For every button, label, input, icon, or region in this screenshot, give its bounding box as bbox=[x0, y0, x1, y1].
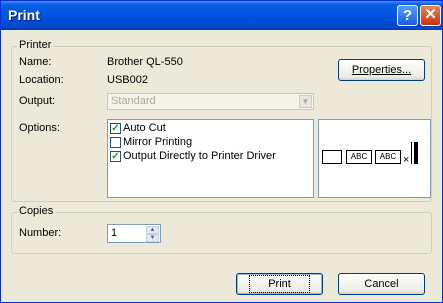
title-bar[interactable]: Print ? ✕ bbox=[1, 1, 442, 30]
cancel-button-label: Cancel bbox=[364, 278, 399, 290]
auto-cut-checkbox[interactable]: ✓ bbox=[110, 123, 121, 134]
output-label: Output: bbox=[19, 95, 56, 107]
print-button-label: Print bbox=[249, 275, 310, 293]
window-title: Print bbox=[8, 7, 40, 23]
options-label: Options: bbox=[19, 122, 60, 134]
preview-label-abc: ABC bbox=[346, 150, 372, 164]
chevron-down-icon[interactable]: ▼ bbox=[299, 95, 312, 108]
printer-name: Brother QL-550 bbox=[107, 56, 183, 68]
option-label: Mirror Printing bbox=[123, 136, 193, 148]
chevron-up-icon[interactable]: ▲ bbox=[146, 226, 159, 234]
tape-end-icon bbox=[412, 142, 418, 164]
output-select[interactable]: Standard ▼ bbox=[107, 93, 314, 110]
copies-number-value: 1 bbox=[111, 227, 118, 239]
close-icon[interactable]: ✕ bbox=[420, 5, 441, 26]
copies-number-stepper[interactable]: 1 ▲ ▼ bbox=[107, 224, 161, 243]
printer-group-label: Printer bbox=[17, 39, 54, 51]
cut-mark-icon: × bbox=[403, 154, 410, 166]
label-preview: ABC ABC × bbox=[318, 119, 431, 198]
option-label: Output Directly to Printer Driver bbox=[123, 150, 276, 162]
copies-group bbox=[11, 212, 432, 254]
number-label: Number: bbox=[19, 227, 62, 239]
properties-button[interactable]: Properties... bbox=[338, 59, 425, 81]
cancel-button[interactable]: Cancel bbox=[338, 273, 425, 295]
mirror-printing-checkbox[interactable] bbox=[110, 137, 121, 148]
help-icon[interactable]: ? bbox=[397, 5, 418, 26]
output-direct-checkbox[interactable]: ✓ bbox=[110, 151, 121, 162]
printer-location: USB002 bbox=[107, 74, 148, 86]
preview-blank-label bbox=[322, 150, 342, 164]
option-label: Auto Cut bbox=[123, 122, 166, 134]
options-list: ✓ Auto Cut Mirror Printing ✓ Output Dire… bbox=[107, 119, 314, 198]
name-label: Name: bbox=[19, 56, 52, 68]
output-select-value: Standard bbox=[111, 95, 156, 107]
location-label: Location: bbox=[19, 74, 64, 86]
copies-group-label: Copies bbox=[17, 205, 56, 217]
preview-label-abc: ABC bbox=[375, 150, 401, 164]
print-dialog: Print ? ✕ Printer Name: Brother QL-550 L… bbox=[0, 0, 443, 303]
properties-button-label: Properties... bbox=[351, 64, 412, 76]
print-button[interactable]: Print bbox=[236, 273, 323, 295]
chevron-down-icon[interactable]: ▼ bbox=[146, 234, 159, 242]
